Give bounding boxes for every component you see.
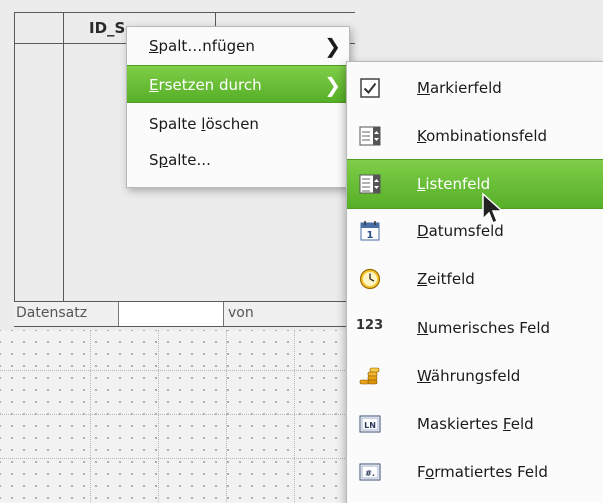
chevron-right-icon: ❯ [324, 34, 341, 58]
submenu-item-label: Listenfeld [417, 175, 491, 193]
submenu-item-numeric-field[interactable]: 123 Numerisches Feld [347, 304, 603, 352]
submenu-item-combobox[interactable]: Kombinationsfeld [347, 112, 603, 160]
submenu-item-checkbox[interactable]: Markierfeld [347, 64, 603, 112]
listbox-icon [359, 174, 381, 194]
menu-item-mnemonic: S [149, 37, 159, 55]
menu-item-label: S [149, 151, 159, 169]
submenu-item-label: Kombinationsfeld [417, 127, 548, 145]
clock-icon [359, 268, 381, 290]
grid-line [90, 330, 91, 502]
submenu-item-label: Formatiertes Feld [417, 463, 548, 481]
menu-item-label: palt…nfügen [158, 37, 255, 55]
submenu-item-label: Zeitfeld [417, 270, 475, 288]
grid-line [294, 330, 295, 502]
svg-text:1: 1 [367, 230, 374, 241]
row-header-column[interactable] [15, 13, 64, 315]
svg-text:#.: #. [365, 469, 375, 478]
column-context-menu: Spalt…nfügen ❯ Ersetzen durch ❯ Spalte l… [126, 26, 350, 188]
menu-item-label: alte... [168, 151, 211, 169]
numeric-icon: 123 [356, 318, 384, 333]
menu-item-replace-with[interactable]: Ersetzen durch ❯ [127, 65, 349, 103]
submenu-item-formatted-field[interactable]: #. Formatiertes Feld [347, 448, 603, 496]
calendar-icon: 1 [360, 221, 380, 241]
menu-item-mnemonic: p [158, 151, 169, 169]
menu-item-label: öschen [205, 115, 259, 133]
submenu-item-time-field[interactable]: Zeitfeld [347, 255, 603, 303]
pattern-field-icon: LN [359, 415, 381, 433]
checkbox-icon [360, 78, 380, 98]
mouse-pointer-icon [482, 192, 504, 225]
record-number-field[interactable] [118, 302, 224, 326]
coins-icon [359, 367, 380, 385]
submenu-item-listbox[interactable]: Listenfeld [347, 159, 603, 209]
submenu-item-label: Numerisches Feld [417, 319, 551, 337]
submenu-item-currency-field[interactable]: Währungsfeld [347, 352, 603, 400]
chevron-right-icon: ❯ [324, 73, 341, 97]
submenu-item-date-field[interactable]: 1 Datumsfeld [347, 207, 603, 255]
grid-line [158, 330, 159, 502]
menu-item-label: Spalte [149, 115, 202, 133]
svg-text:LN: LN [364, 421, 376, 430]
submenu-item-label: Maskiertes Feld [417, 415, 534, 433]
replace-with-submenu: Markierfeld Kombinationsfeld Listenfeld [346, 61, 603, 503]
menu-item-label: rsetzen durch [158, 76, 262, 94]
menu-item-column-properties[interactable]: Spalte... [127, 141, 349, 179]
submenu-item-label: Währungsfeld [417, 367, 521, 385]
column-title[interactable]: ID_S [89, 19, 125, 37]
of-label: von [228, 305, 254, 321]
record-label: Datensatz [16, 305, 88, 321]
submenu-item-pattern-field[interactable]: LN Maskiertes Feld [347, 400, 603, 448]
menu-item-insert-column[interactable]: Spalt…nfügen ❯ [127, 27, 349, 65]
grid-line [226, 330, 227, 502]
combobox-icon [359, 126, 381, 146]
record-navigation-bar: Datensatz von [14, 301, 354, 327]
submenu-item-label: Markierfeld [417, 79, 502, 97]
menu-item-delete-column[interactable]: Spalte löschen [127, 105, 349, 143]
formatted-field-icon: #. [359, 463, 381, 481]
